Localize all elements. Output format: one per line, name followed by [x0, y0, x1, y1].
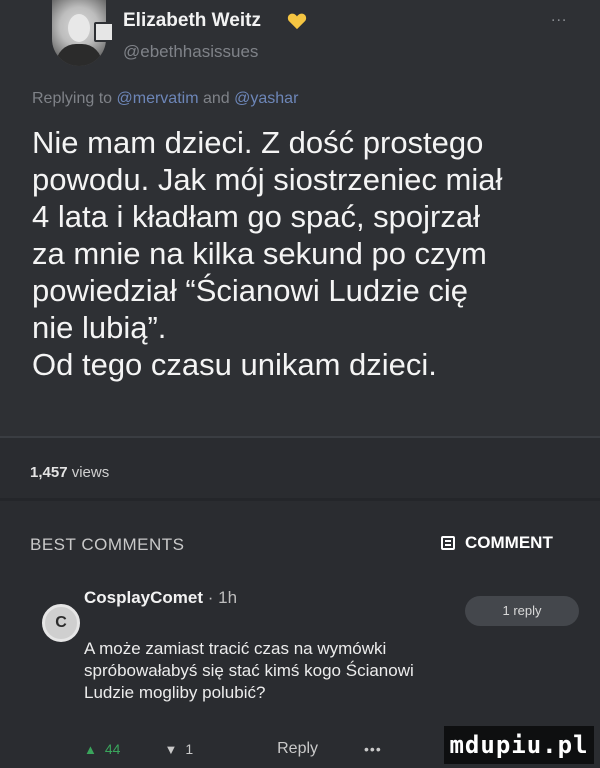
author-name[interactable]: Elizabeth Weitz: [123, 10, 261, 32]
best-comments-heading[interactable]: BEST COMMENTS: [30, 535, 184, 555]
comment-button[interactable]: COMMENT: [441, 533, 553, 553]
comment-text: A może zamiast tracić czas na wymówki sp…: [84, 638, 584, 704]
yellow-heart-icon: [287, 13, 307, 30]
reply-button[interactable]: Reply: [277, 740, 318, 758]
comment-text-line: A może zamiast tracić czas na wymówki: [84, 639, 387, 658]
section-divider: [0, 436, 600, 438]
arrow-down-icon: ▼: [164, 741, 178, 757]
comment-icon: [441, 536, 455, 550]
views-number: 1,457: [30, 464, 68, 481]
tweet-text-line: powiedział “Ścianowi Ludzie cię: [32, 273, 468, 308]
comment-text-line: spróbowałabyś się stać kimś kogo Ścianow…: [84, 661, 414, 680]
mention-link[interactable]: @mervatim: [117, 90, 199, 107]
avatar-shirt: [56, 44, 102, 66]
tweet-card: Elizabeth Weitz ... @ebethhasissues Repl…: [0, 0, 600, 436]
tweet-text-line: Nie mam dzieci. Z dość prostego: [32, 125, 484, 160]
tweet-text-line: nie lubią”.: [32, 310, 167, 345]
views-count: 1,457 views: [30, 464, 109, 481]
tweet-text-line: za mnie na kilka sekund po czym: [32, 236, 487, 271]
verified-badge-icon: [94, 22, 114, 42]
comment-text-line: Ludzie mogliby polubić?: [84, 683, 266, 702]
comment-time: · 1h: [203, 588, 238, 607]
replying-to-prefix: Replying to: [32, 90, 117, 107]
upvote-count: 44: [104, 741, 121, 757]
views-label: views: [71, 464, 110, 481]
section-divider: [0, 498, 600, 501]
tweet-text-line: powodu. Jak mój siostrzeniec miał: [32, 162, 503, 197]
replying-to-line: Replying to @mervatim and @yashar: [32, 90, 298, 108]
tweet-text-line: Od tego czasu unikam dzieci.: [32, 347, 437, 382]
downvote-count: 1: [185, 741, 194, 757]
mention-link[interactable]: @yashar: [234, 90, 298, 107]
watermark-logo: mdupiu.pl: [444, 726, 594, 764]
tweet-text: Nie mam dzieci. Z dość prostego powodu. …: [32, 124, 587, 383]
replying-to-and: and: [198, 90, 235, 107]
comment-header: CosplayComet · 1h: [84, 588, 237, 608]
comment-actions: ▲ 44 ▼ 1 Reply •••: [84, 740, 382, 758]
upvote-button[interactable]: ▲ 44: [84, 741, 120, 757]
comment-button-label: COMMENT: [465, 533, 553, 552]
author-handle[interactable]: @ebethhasissues: [123, 42, 258, 62]
more-options-icon[interactable]: ...: [551, 8, 567, 26]
commenter-name[interactable]: CosplayComet: [84, 588, 203, 607]
comment-more-icon[interactable]: •••: [364, 741, 382, 757]
arrow-up-icon: ▲: [84, 741, 97, 757]
view-replies-button[interactable]: 1 reply: [465, 596, 579, 626]
downvote-button[interactable]: ▼ 1: [164, 741, 193, 757]
avatar-face: [68, 14, 90, 42]
commenter-avatar[interactable]: C: [42, 604, 80, 642]
tweet-text-line: 4 lata i kładłam go spać, spojrzał: [32, 199, 481, 234]
